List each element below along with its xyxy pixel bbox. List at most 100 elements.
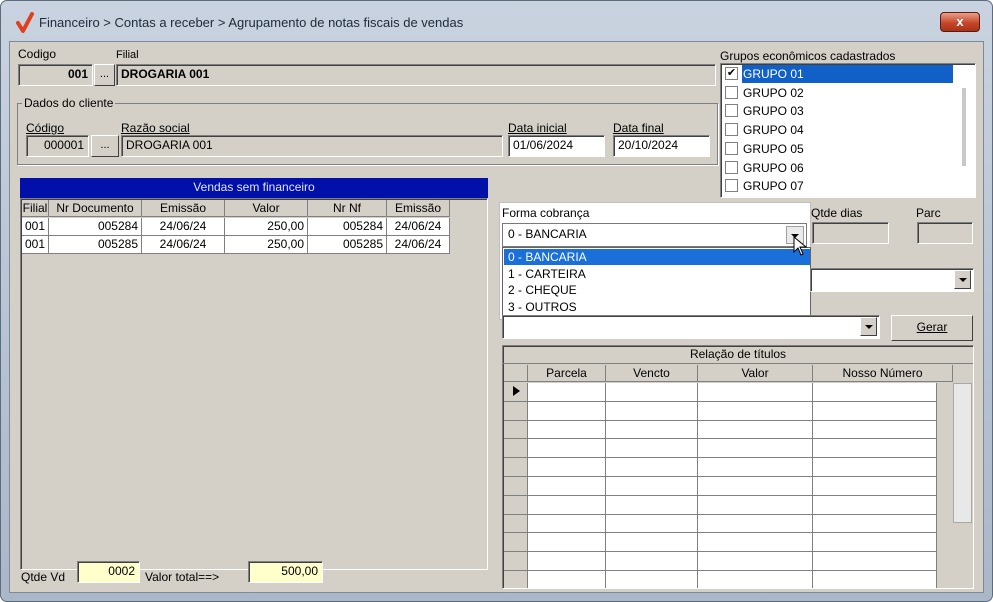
row-indicator[interactable] bbox=[504, 533, 528, 553]
titulos-cell[interactable] bbox=[698, 495, 813, 515]
grupo-item-label[interactable]: GRUPO 01 bbox=[742, 65, 953, 83]
vendas-column-header[interactable]: Filial bbox=[22, 200, 49, 217]
forma-cobranca-select[interactable]: 0 - BANCARIA bbox=[502, 223, 807, 247]
vendas-cell[interactable]: 24/06/24 bbox=[387, 218, 450, 236]
titulos-cell[interactable] bbox=[606, 439, 698, 459]
titulos-cell[interactable] bbox=[813, 571, 937, 588]
codigo-lookup-button[interactable]: ... bbox=[94, 64, 115, 86]
titulos-cell[interactable] bbox=[606, 458, 698, 477]
cliente-lookup-button[interactable]: ... bbox=[91, 135, 119, 157]
gerar-button[interactable]: Gerar bbox=[891, 315, 973, 341]
vendas-cell[interactable]: 001 bbox=[22, 218, 49, 236]
vendas-cell[interactable]: 005285 bbox=[308, 236, 387, 254]
grupo-item-label[interactable]: GRUPO 06 bbox=[742, 159, 942, 177]
titulos-cell[interactable] bbox=[606, 401, 698, 421]
titulos-cell[interactable] bbox=[528, 477, 606, 496]
titulos-cell[interactable] bbox=[698, 533, 813, 553]
close-button[interactable]: x bbox=[940, 12, 980, 32]
titulos-cell[interactable] bbox=[698, 514, 813, 534]
third-select-button[interactable] bbox=[860, 317, 877, 336]
titulos-cell[interactable] bbox=[528, 552, 606, 571]
second-select-button[interactable] bbox=[954, 270, 971, 289]
forma-cobranca-option[interactable]: 3 - OUTROS bbox=[504, 299, 810, 315]
gerar-label[interactable]: Gerar bbox=[917, 320, 948, 334]
vendas-cell[interactable]: 005284 bbox=[308, 218, 387, 236]
titulos-cell[interactable] bbox=[528, 495, 606, 515]
vendas-cell[interactable]: 005285 bbox=[49, 236, 142, 254]
row-indicator[interactable] bbox=[504, 420, 528, 440]
grupo-item-label[interactable]: GRUPO 03 bbox=[742, 102, 942, 120]
titulos-cell[interactable] bbox=[528, 420, 606, 440]
titulos-cell[interactable] bbox=[606, 477, 698, 496]
row-indicator[interactable] bbox=[504, 495, 528, 515]
titulos-cell[interactable] bbox=[813, 552, 937, 571]
titulos-cell[interactable] bbox=[813, 514, 937, 534]
row-indicator[interactable] bbox=[504, 514, 528, 534]
filial-field[interactable]: DROGARIA 001 bbox=[116, 64, 716, 86]
vendas-column-header[interactable]: Emissão bbox=[142, 200, 225, 217]
data-inicial-field[interactable]: 01/06/2024 bbox=[508, 135, 605, 157]
row-indicator[interactable] bbox=[504, 458, 528, 477]
titulos-column-header[interactable]: Vencto bbox=[606, 365, 698, 382]
titulos-cell[interactable] bbox=[698, 439, 813, 459]
grupo-checkbox[interactable] bbox=[725, 179, 738, 193]
titulos-grid[interactable]: Relação de títulos Parcela Vencto Valor Nos… bbox=[502, 345, 974, 589]
titulos-cell[interactable] bbox=[813, 477, 937, 496]
titulos-cell[interactable] bbox=[698, 383, 813, 402]
titulos-cell[interactable] bbox=[528, 533, 606, 553]
qtde-dias-field[interactable] bbox=[812, 222, 889, 244]
grupos-scrollbar[interactable] bbox=[962, 88, 966, 166]
parc-field[interactable] bbox=[917, 222, 973, 244]
titulos-cell[interactable] bbox=[813, 401, 937, 421]
grupo-item-label[interactable]: GRUPO 05 bbox=[742, 140, 942, 158]
row-indicator[interactable] bbox=[504, 552, 528, 571]
titulos-cell[interactable] bbox=[698, 458, 813, 477]
vendas-cell[interactable]: 24/06/24 bbox=[142, 218, 225, 236]
row-indicator[interactable] bbox=[504, 439, 528, 459]
close-icon[interactable]: x bbox=[956, 14, 963, 29]
row-indicator[interactable] bbox=[504, 383, 528, 402]
cliente-codigo-field[interactable]: 000001 bbox=[26, 135, 89, 157]
grupo-checkbox[interactable] bbox=[725, 123, 738, 137]
titulos-cell[interactable] bbox=[606, 552, 698, 571]
vendas-grid[interactable]: Filial Nr Documento Emissão Valor Nr Nf Emiss… bbox=[20, 198, 488, 570]
titulos-cell[interactable] bbox=[698, 477, 813, 496]
titulos-cell[interactable] bbox=[813, 383, 937, 402]
grupo-item-label[interactable]: GRUPO 04 bbox=[742, 121, 942, 139]
titulos-cell[interactable] bbox=[698, 571, 813, 588]
titulos-scrollbar[interactable] bbox=[953, 383, 972, 523]
row-indicator[interactable] bbox=[504, 477, 528, 496]
grupo-checkbox[interactable] bbox=[725, 160, 738, 174]
vendas-cell[interactable]: 250,00 bbox=[225, 218, 308, 236]
titulos-cell[interactable] bbox=[813, 439, 937, 459]
grupo-item-label[interactable]: GRUPO 02 bbox=[742, 84, 942, 102]
titulos-cell[interactable] bbox=[606, 533, 698, 553]
grupo-item-label[interactable]: GRUPO 07 bbox=[742, 177, 942, 195]
titulos-cell[interactable] bbox=[698, 420, 813, 440]
titulos-column-header[interactable]: Parcela bbox=[528, 365, 606, 382]
grupo-checkbox[interactable] bbox=[725, 141, 738, 155]
vendas-cell[interactable]: 250,00 bbox=[225, 236, 308, 254]
grupo-checkbox[interactable] bbox=[725, 85, 738, 99]
forma-cobranca-options[interactable]: 0 - BANCARIA 1 - CARTEIRA 2 - CHEQUE 3 - OU… bbox=[502, 247, 811, 316]
vendas-column-header[interactable]: Valor bbox=[225, 200, 308, 217]
vendas-cell[interactable]: 001 bbox=[22, 236, 49, 254]
vendas-column-header[interactable]: Emissão bbox=[387, 200, 450, 217]
forma-cobranca-option[interactable]: 2 - CHEQUE bbox=[504, 282, 810, 298]
titulos-cell[interactable] bbox=[606, 571, 698, 588]
forma-cobranca-option[interactable]: 1 - CARTEIRA bbox=[504, 266, 810, 282]
data-final-field[interactable]: 20/10/2024 bbox=[613, 135, 710, 157]
titulos-cell[interactable] bbox=[528, 571, 606, 588]
vendas-cell[interactable]: 24/06/24 bbox=[142, 236, 225, 254]
titulos-cell[interactable] bbox=[813, 533, 937, 553]
vendas-cell[interactable]: 24/06/24 bbox=[387, 236, 450, 254]
titulos-column-header[interactable]: Valor bbox=[698, 365, 813, 382]
titulos-cell[interactable] bbox=[528, 401, 606, 421]
razao-social-field[interactable]: DROGARIA 001 bbox=[121, 135, 503, 157]
titulos-cell[interactable] bbox=[606, 495, 698, 515]
row-indicator[interactable] bbox=[504, 401, 528, 421]
titulos-cell[interactable] bbox=[813, 420, 937, 440]
titulos-cell[interactable] bbox=[606, 514, 698, 534]
titulos-cell[interactable] bbox=[528, 458, 606, 477]
titulos-cell[interactable] bbox=[528, 514, 606, 534]
